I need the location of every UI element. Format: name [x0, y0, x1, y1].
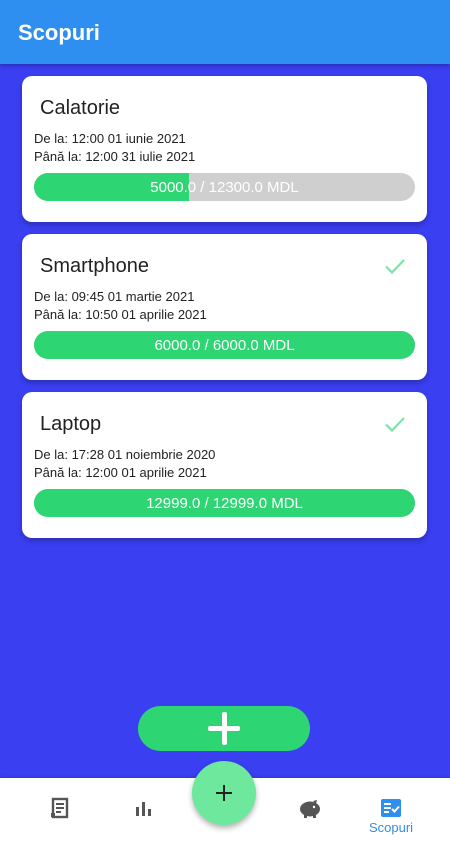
checklist-icon	[381, 799, 401, 817]
goal-end-date: Până la: 12:00 31 iulie 2021	[34, 149, 196, 164]
goal-end-date: Până la: 10:50 01 aprilie 2021	[34, 307, 207, 322]
nav-item-transactions[interactable]	[25, 778, 95, 842]
goal-end-date: Până la: 12:00 01 aprilie 2021	[34, 465, 207, 480]
goal-name: Smartphone	[40, 255, 149, 277]
nav-item-statistics[interactable]	[108, 778, 178, 842]
check-icon	[385, 259, 405, 275]
goal-progress-text: 5000.0 / 12300.0 MDL	[150, 178, 299, 196]
nav-item-label: Scopuri	[368, 820, 414, 835]
goal-progress-bar: 6000.0 / 6000.0 MDL	[34, 331, 415, 359]
check-icon	[385, 417, 405, 433]
goal-card[interactable]: Laptop De la: 17:28 01 noiembrie 2020 Pâ…	[22, 392, 427, 538]
goal-name: Laptop	[40, 413, 102, 435]
add-goal-button[interactable]	[138, 706, 310, 751]
receipt-icon	[51, 797, 69, 819]
goal-progress-text: 12999.0 / 12999.0 MDL	[146, 494, 303, 512]
add-transaction-button[interactable]	[192, 761, 256, 825]
goal-progress-text: 6000.0 / 6000.0 MDL	[154, 336, 295, 354]
goal-progress-bar: 12999.0 / 12999.0 MDL	[34, 489, 415, 517]
goal-card[interactable]: Smartphone De la: 09:45 01 martie 2021 P…	[22, 234, 427, 380]
page-title: Scopuri	[18, 20, 100, 45]
app-bar: Scopuri	[0, 0, 450, 64]
goal-start-date: De la: 09:45 01 martie 2021	[34, 289, 195, 304]
nav-item-savings[interactable]	[274, 778, 344, 842]
goal-progress-bar: 5000.0 / 12300.0 MDL	[34, 173, 415, 201]
goal-card[interactable]: Calatorie De la: 12:00 01 iunie 2021 Pân…	[22, 76, 427, 222]
bar-chart-icon	[136, 802, 151, 816]
goal-start-date: De la: 12:00 01 iunie 2021	[34, 131, 186, 146]
goal-start-date: De la: 17:28 01 noiembrie 2020	[34, 447, 216, 462]
nav-item-goals[interactable]: Scopuri	[356, 778, 426, 842]
piggy-bank-icon	[300, 800, 320, 818]
goal-name: Calatorie	[40, 97, 121, 119]
